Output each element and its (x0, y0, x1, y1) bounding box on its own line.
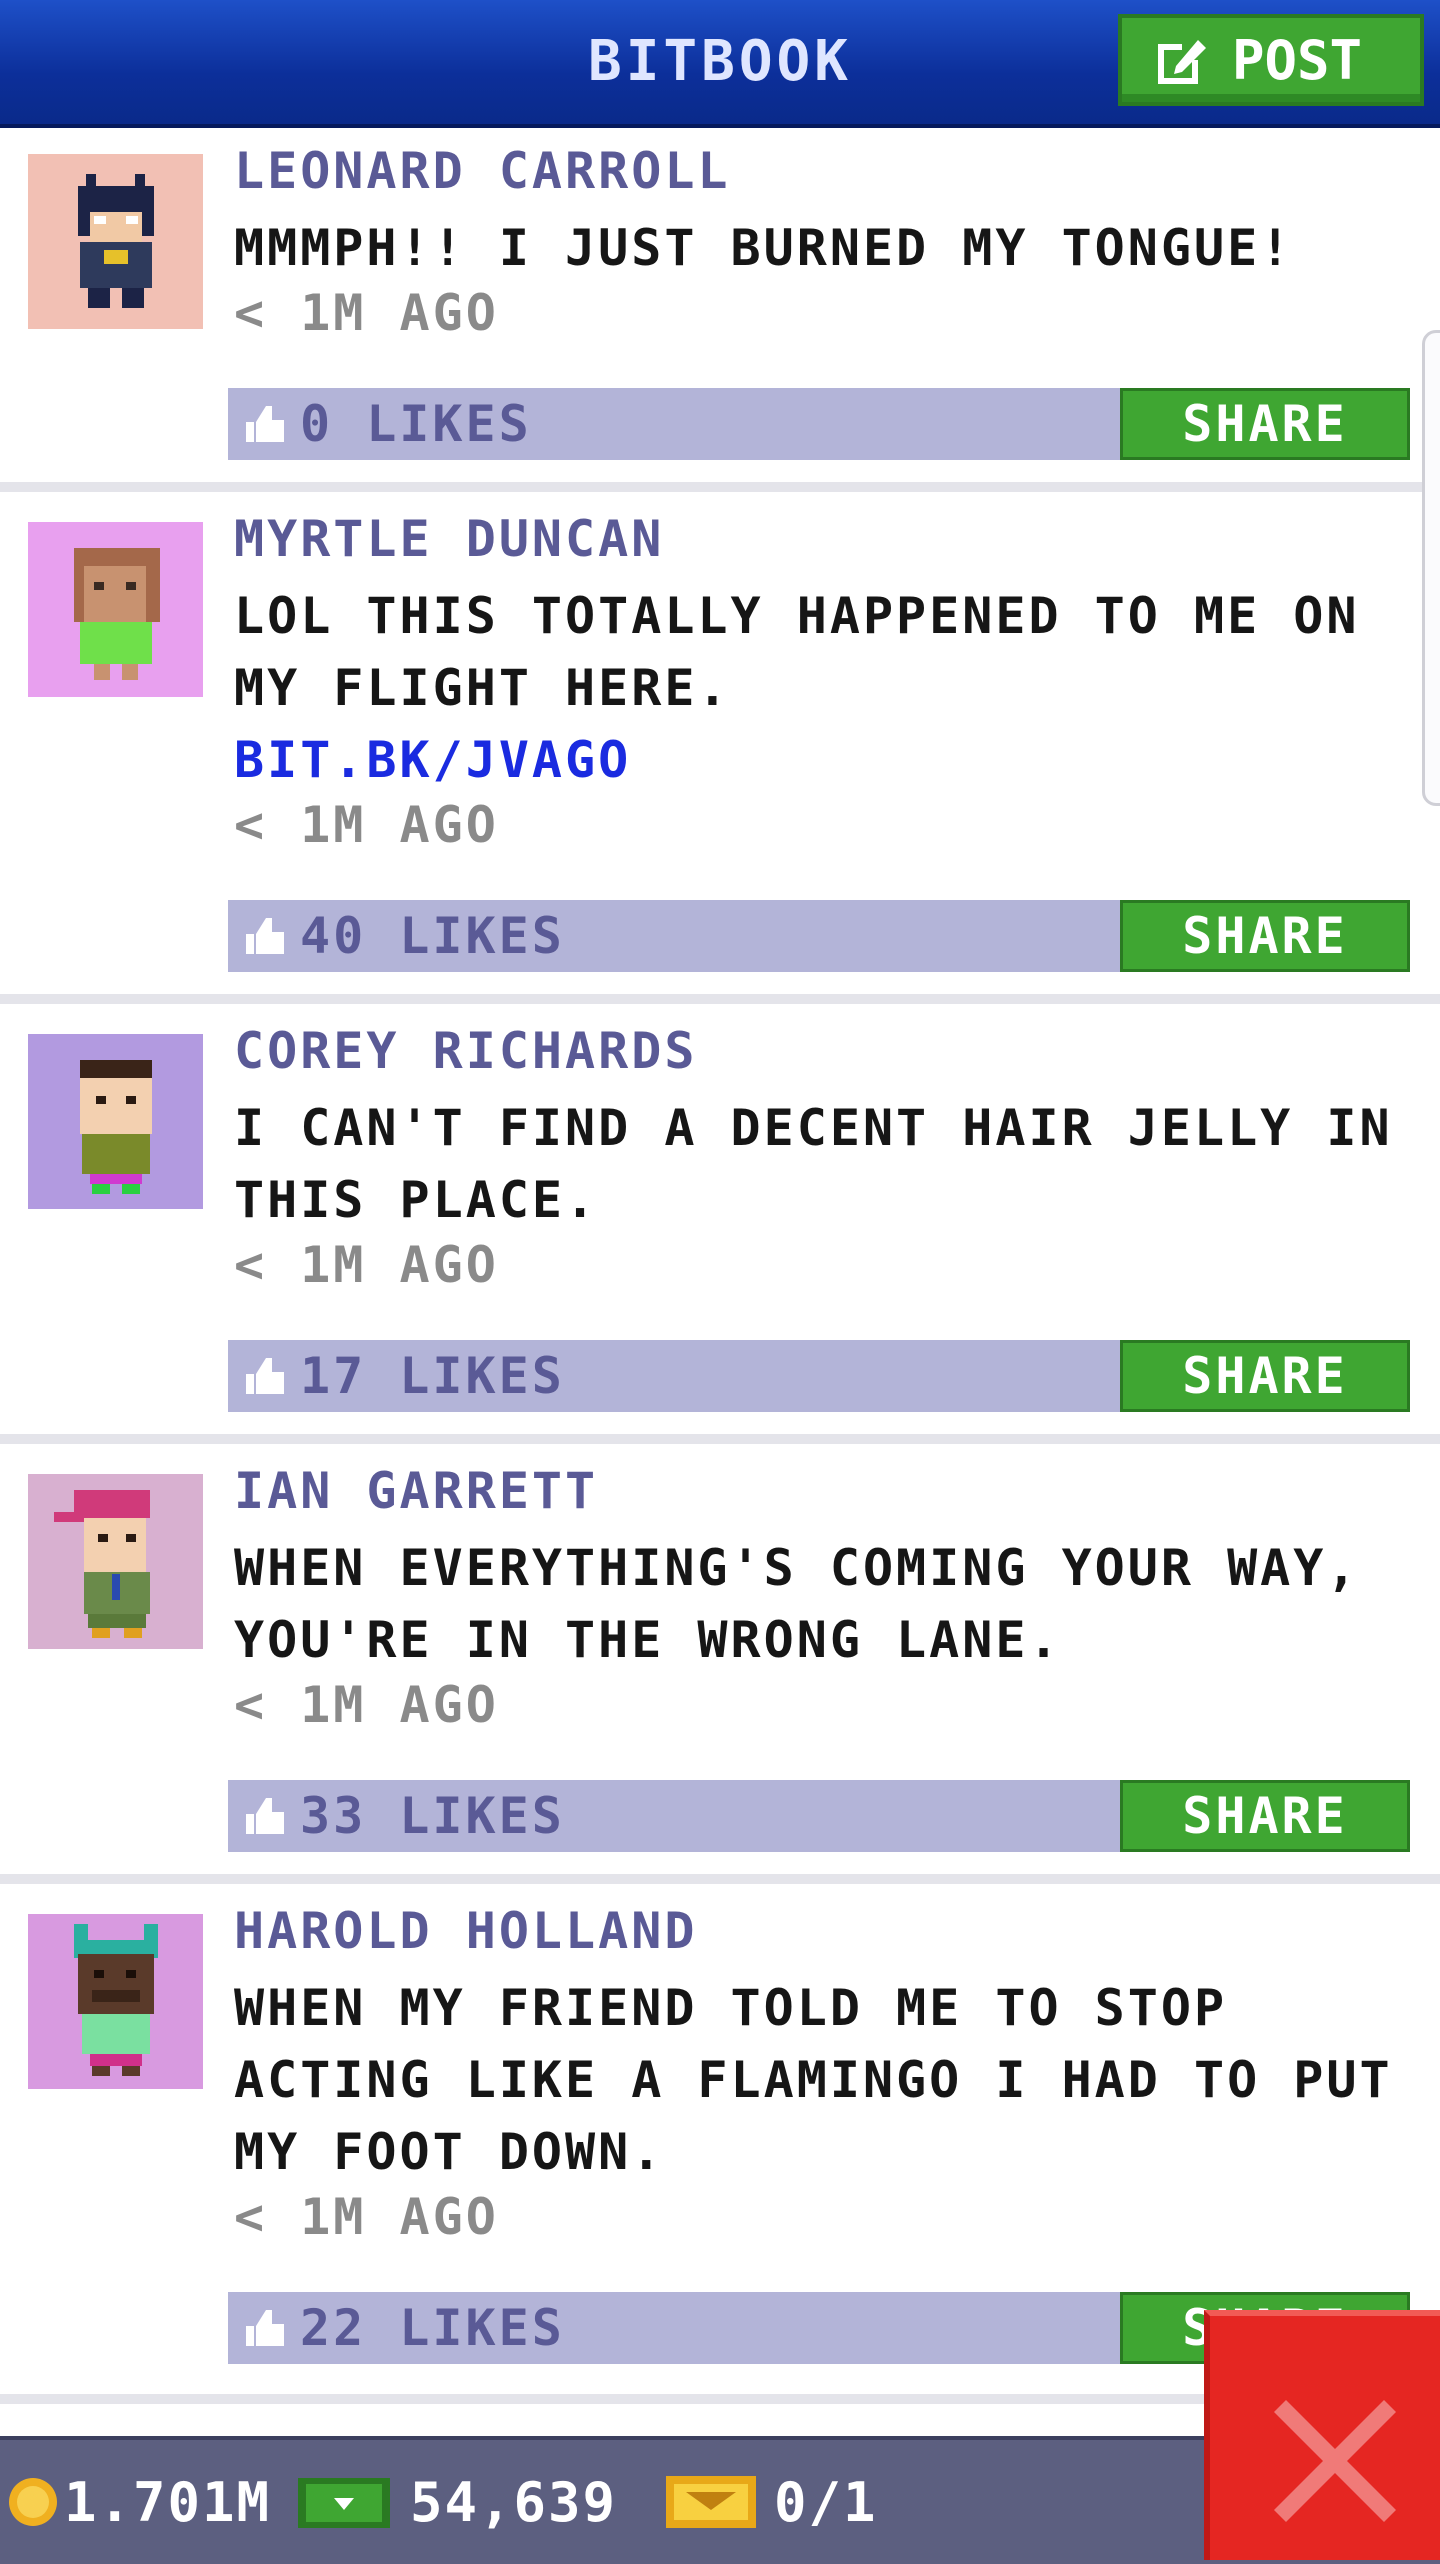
post-body: LOL THIS TOTALLY HAPPENED TO ME ON MY FL… (234, 587, 1360, 717)
coin-balance: 1.701M (6, 2440, 271, 2564)
post-label: POST (1232, 28, 1363, 92)
post-author[interactable]: HAROLD HOLLAND (234, 1902, 697, 1960)
post-author[interactable]: COREY RICHARDS (234, 1022, 697, 1080)
avatar-corey-icon (28, 1034, 203, 1209)
coin-count: 1.701M (64, 2470, 272, 2534)
post-time: < 1M AGO (234, 1676, 499, 1734)
share-button[interactable]: SHARE (1120, 900, 1410, 972)
like-bar: 17 LIKES SHARE (228, 1340, 1410, 1412)
post-time: < 1M AGO (234, 796, 499, 854)
list-item: LEONARD CARROLL MMMPH!! I JUST BURNED MY… (0, 124, 1440, 492)
thumbs-up-icon[interactable] (242, 1356, 286, 1396)
close-icon (1274, 2400, 1396, 2522)
share-button[interactable]: SHARE (1120, 388, 1410, 460)
coin-icon (9, 2478, 57, 2526)
close-button[interactable] (1204, 2310, 1440, 2560)
post-text: I CAN'T FIND A DECENT HAIR JELLY IN THIS… (234, 1092, 1424, 1236)
post-body: I CAN'T FIND A DECENT HAIR JELLY IN THIS… (234, 1099, 1393, 1229)
post-text: MMMPH!! I JUST BURNED MY TONGUE! (234, 212, 1424, 284)
scroll-handle[interactable] (1422, 330, 1440, 806)
like-count: 33 LIKES (300, 1787, 565, 1845)
ticket-icon (666, 2476, 756, 2528)
post-body: WHEN EVERYTHING'S COMING YOUR WAY, YOU'R… (234, 1539, 1360, 1669)
post-time: < 1M AGO (234, 2188, 499, 2246)
avatar-leonard-icon (28, 154, 203, 329)
list-item: MYRTLE DUNCAN LOL THIS TOTALLY HAPPENED … (0, 492, 1440, 1004)
post-time: < 1M AGO (234, 284, 499, 342)
post-author[interactable]: MYRTLE DUNCAN (234, 510, 664, 568)
avatar[interactable] (28, 154, 203, 329)
bux-balance: 54,639 (298, 2440, 617, 2564)
post-author[interactable]: LEONARD CARROLL (234, 142, 731, 200)
avatar-ian-icon (28, 1474, 203, 1649)
feed[interactable]: LEONARD CARROLL MMMPH!! I JUST BURNED MY… (0, 124, 1440, 2404)
like-count: 22 LIKES (300, 2299, 565, 2357)
post-link[interactable]: BIT.BK/JVAGO (234, 724, 1424, 796)
like-count: 0 LIKES (300, 395, 532, 453)
avatar[interactable] (28, 1474, 203, 1649)
list-item: IAN GARRETT WHEN EVERYTHING'S COMING YOU… (0, 1444, 1440, 1884)
ticket-count: 0/1 (774, 2470, 878, 2534)
avatar[interactable] (28, 522, 203, 697)
bux-icon (298, 2478, 390, 2528)
avatar[interactable] (28, 1914, 203, 2089)
avatar-harold-icon (28, 1914, 203, 2089)
app-header: BITBOOK POST (0, 0, 1440, 128)
post-button[interactable]: POST (1118, 14, 1424, 106)
like-count: 17 LIKES (300, 1347, 565, 1405)
avatar[interactable] (28, 1034, 203, 1209)
like-bar: 33 LIKES SHARE (228, 1780, 1410, 1852)
bux-count: 54,639 (410, 2470, 618, 2534)
thumbs-up-icon[interactable] (242, 916, 286, 956)
thumbs-up-icon[interactable] (242, 1796, 286, 1836)
post-author[interactable]: IAN GARRETT (234, 1462, 598, 1520)
post-text: WHEN MY FRIEND TOLD ME TO STOP ACTING LI… (234, 1972, 1424, 2188)
post-body: WHEN MY FRIEND TOLD ME TO STOP ACTING LI… (234, 1979, 1393, 2181)
like-bar: 0 LIKES SHARE (228, 388, 1410, 460)
like-bar: 40 LIKES SHARE (228, 900, 1410, 972)
ticket-balance: 0/1 (666, 2440, 878, 2564)
edit-icon (1158, 40, 1206, 84)
like-count: 40 LIKES (300, 907, 565, 965)
thumbs-up-icon[interactable] (242, 2308, 286, 2348)
post-text: LOL THIS TOTALLY HAPPENED TO ME ON MY FL… (234, 580, 1424, 796)
share-button[interactable]: SHARE (1120, 1340, 1410, 1412)
list-item: COREY RICHARDS I CAN'T FIND A DECENT HAI… (0, 1004, 1440, 1444)
post-body: MMMPH!! I JUST BURNED MY TONGUE! (234, 219, 1294, 277)
post-time: < 1M AGO (234, 1236, 499, 1294)
share-button[interactable]: SHARE (1120, 1780, 1410, 1852)
thumbs-up-icon[interactable] (242, 404, 286, 444)
post-text: WHEN EVERYTHING'S COMING YOUR WAY, YOU'R… (234, 1532, 1424, 1676)
avatar-myrtle-icon (28, 522, 203, 697)
